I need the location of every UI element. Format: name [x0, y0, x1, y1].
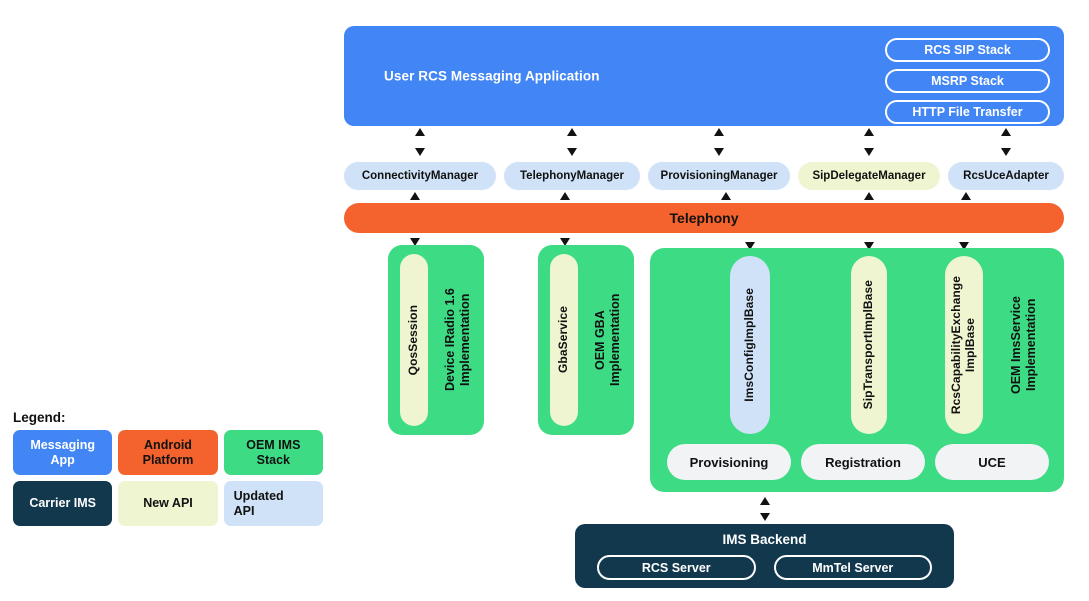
api-capsule-rcscapabilityexchangeimplbase[interactable]: RcsCapabilityExchange ImplBase	[945, 256, 983, 434]
legend-item-new-api: New API	[118, 481, 218, 526]
api-capsule-imsconfigimplbase[interactable]: ImsConfigImplBase	[730, 256, 770, 434]
stack-pill-msrp: MSRP Stack	[885, 69, 1050, 93]
ims-backend-block: IMS Backend RCS Server MmTel Server	[575, 524, 954, 588]
legend-item-messaging-app: Messaging App	[13, 430, 113, 475]
arrow-up-provisioning	[714, 128, 724, 136]
api-box-sipdelegatemanager[interactable]: SipDelegateManager	[798, 162, 940, 190]
arrow-down-connectivity	[415, 148, 425, 156]
service-pill-uce[interactable]: UCE	[935, 444, 1049, 480]
legend-row-2: Carrier IMS New API Updated API	[13, 481, 324, 526]
api-capsule-gbaservice-label: GbaService	[556, 306, 571, 374]
legend-item-updated-api: Updated API	[223, 481, 324, 526]
api-capsule-qossession[interactable]: QosSession	[400, 254, 428, 426]
api-capsule-rcscapabilityexchangeimplbase-label: RcsCapabilityExchange ImplBase	[949, 275, 977, 415]
arrow-up-sipdelegate	[864, 128, 874, 136]
api-box-provisioningmanager[interactable]: ProvisioningManager	[648, 162, 790, 190]
arrow-down-backend	[760, 513, 770, 521]
arrow-up-telephony-connectivity	[410, 192, 420, 200]
app-title: User RCS Messaging Application	[384, 68, 600, 84]
impl-block-device-iradio-label: Device IRadio 1.6 Implementation	[443, 288, 472, 392]
stack-pill-rcs-sip: RCS SIP Stack	[885, 38, 1050, 62]
arrow-down-rcsuce	[1001, 148, 1011, 156]
api-box-connectivitymanager[interactable]: ConnectivityManager	[344, 162, 496, 190]
api-box-telephonymanager[interactable]: TelephonyManager	[504, 162, 640, 190]
impl-block-oem-imsservice-label: OEM ImsService Implementation	[1009, 296, 1038, 394]
legend-grid: Messaging App Android Platform OEM IMS S…	[13, 430, 324, 532]
legend-row-1: Messaging App Android Platform OEM IMS S…	[13, 430, 323, 475]
arrow-up-telephonymanager	[567, 128, 577, 136]
api-box-rcsuceadapter[interactable]: RcsUceAdapter	[948, 162, 1064, 190]
arrow-up-rcsuce	[1001, 128, 1011, 136]
legend-item-carrier-ims: Carrier IMS	[13, 481, 113, 526]
arrow-up-connectivity	[415, 128, 425, 136]
user-rcs-messaging-application-block: User RCS Messaging Application RCS SIP S…	[344, 26, 1064, 126]
diagram-canvas: User RCS Messaging Application RCS SIP S…	[0, 0, 1089, 601]
service-pill-registration[interactable]: Registration	[801, 444, 925, 480]
api-capsule-siptransportimplbase[interactable]: SipTransportImplBase	[851, 256, 887, 434]
arrow-down-telephonymanager	[567, 148, 577, 156]
arrow-down-sipdelegate	[864, 148, 874, 156]
arrow-down-provisioning	[714, 148, 724, 156]
arrow-up-backend	[760, 497, 770, 505]
impl-block-device-iradio: QosSession Device IRadio 1.6 Implementat…	[388, 245, 484, 435]
api-capsule-gbaservice[interactable]: GbaService	[550, 254, 578, 426]
impl-block-oem-gba-label: OEM GBA Implementation	[593, 293, 622, 387]
legend-item-oem-ims-stack: OEM IMS Stack	[223, 430, 323, 475]
impl-block-oem-gba: GbaService OEM GBA Implementation	[538, 245, 634, 435]
ims-backend-title: IMS Backend	[722, 532, 807, 547]
arrow-up-telephony-sipdelegate	[864, 192, 874, 200]
service-pill-provisioning[interactable]: Provisioning	[667, 444, 791, 480]
api-capsule-siptransportimplbase-label: SipTransportImplBase	[861, 280, 876, 410]
api-capsule-imsconfigimplbase-label: ImsConfigImplBase	[742, 288, 757, 402]
backend-pill-mmtel-server: MmTel Server	[773, 555, 932, 580]
impl-block-oem-imsservice: ImsConfigImplBase SipTransportImplBase R…	[650, 248, 1064, 492]
arrow-up-telephony-telephonymanager	[560, 192, 570, 200]
api-capsule-qossession-label: QosSession	[406, 304, 421, 376]
legend-title: Legend:	[13, 410, 66, 425]
arrow-up-telephony-provisioning	[721, 192, 731, 200]
app-stack-list: RCS SIP Stack MSRP Stack HTTP File Trans…	[885, 38, 1050, 124]
ims-backend-server-list: RCS Server MmTel Server	[597, 555, 932, 580]
arrow-up-telephony-rcsuce	[961, 192, 971, 200]
stack-pill-http-file-transfer: HTTP File Transfer	[885, 100, 1050, 124]
legend-item-android-platform: Android Platform	[118, 430, 218, 475]
telephony-bar: Telephony	[344, 203, 1064, 233]
backend-pill-rcs-server: RCS Server	[597, 555, 756, 580]
